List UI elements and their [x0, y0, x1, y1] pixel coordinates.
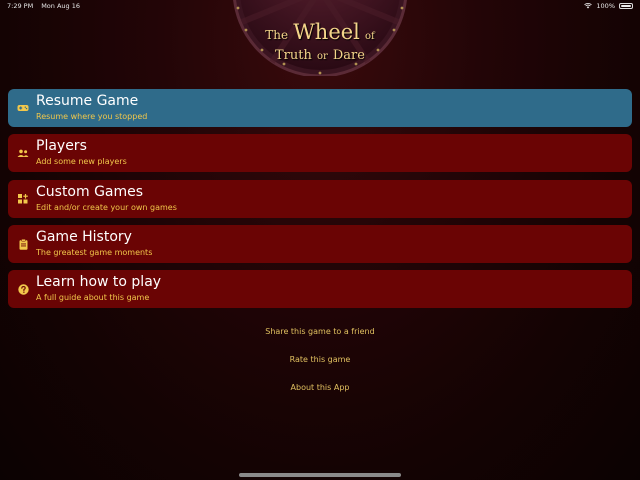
players-icon	[17, 147, 29, 159]
resume-game-button[interactable]: Resume Game Resume where you stopped	[8, 89, 632, 127]
players-subtitle: Add some new players	[36, 157, 127, 166]
custom-games-button[interactable]: Custom Games Edit and/or create your own…	[8, 180, 632, 218]
rate-game-link[interactable]: Rate this game	[0, 355, 640, 364]
logo-dare: Dare	[332, 48, 365, 63]
battery-icon	[619, 3, 633, 9]
learn-how-to-play-subtitle: A full guide about this game	[36, 293, 150, 302]
logo-of: of	[364, 31, 375, 42]
logo-line-2: Truth or Dare	[232, 44, 408, 63]
players-title: Players	[36, 138, 87, 154]
help-icon	[17, 283, 29, 295]
game-history-title: Game History	[36, 229, 132, 245]
logo-wheel: Wheel	[293, 20, 360, 44]
app-logo: The Wheel of Truth or Dare	[232, 0, 408, 76]
resume-game-title: Resume Game	[36, 93, 139, 109]
battery-percent: 100%	[596, 2, 615, 10]
share-game-link[interactable]: Share this game to a friend	[0, 327, 640, 336]
game-history-subtitle: The greatest game moments	[36, 248, 153, 257]
status-date: Mon Aug 16	[41, 2, 81, 10]
about-app-link[interactable]: About this App	[0, 383, 640, 392]
clipboard-icon	[17, 238, 29, 250]
home-indicator[interactable]	[239, 473, 401, 477]
learn-how-to-play-title: Learn how to play	[36, 274, 162, 290]
logo-line-1: The Wheel of	[232, 20, 408, 44]
logo-or: or	[316, 51, 328, 62]
gamepad-icon	[17, 102, 29, 114]
resume-game-subtitle: Resume where you stopped	[36, 112, 148, 121]
custom-games-subtitle: Edit and/or create your own games	[36, 203, 177, 212]
game-history-button[interactable]: Game History The greatest game moments	[8, 225, 632, 263]
status-time: 7:29 PM	[7, 2, 34, 10]
custom-games-title: Custom Games	[36, 184, 144, 200]
logo-truth: Truth	[275, 48, 312, 63]
custom-games-icon	[17, 193, 29, 205]
learn-how-to-play-button[interactable]: Learn how to play A full guide about thi…	[8, 270, 632, 308]
logo-the: The	[265, 28, 289, 42]
players-button[interactable]: Players Add some new players	[8, 134, 632, 172]
wifi-icon	[584, 3, 593, 9]
